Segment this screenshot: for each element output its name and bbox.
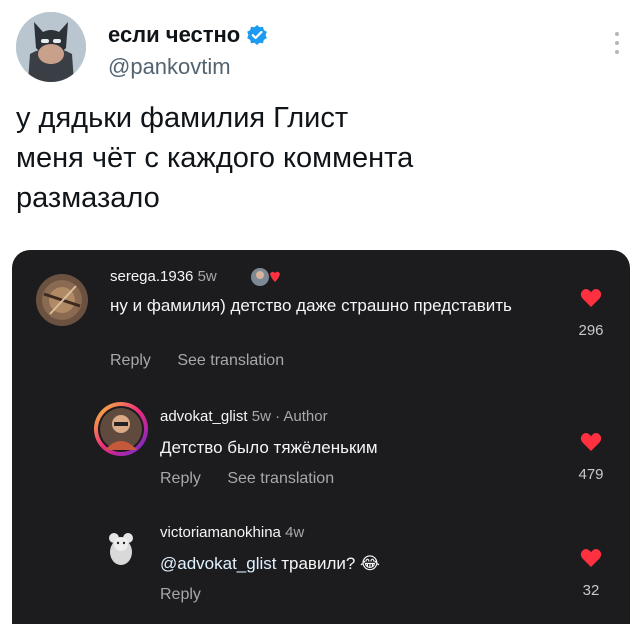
liked-by-author-avatar-icon xyxy=(250,266,280,286)
comment-time: 4w xyxy=(285,524,305,541)
comment-username[interactable]: advokat_glist 5w · Author xyxy=(160,408,328,425)
author-avatar[interactable] xyxy=(16,12,86,82)
see-translation-button[interactable]: See translation xyxy=(227,470,334,487)
more-options-icon[interactable] xyxy=(614,30,620,56)
comment-username[interactable]: serega.1936 5w xyxy=(110,268,217,285)
comment-avatar[interactable] xyxy=(96,522,146,572)
comments-card: serega.1936 5w ну и фамилия) детство даж… xyxy=(12,250,630,624)
comment-username-text[interactable]: advokat_glist xyxy=(160,408,248,425)
comment-username[interactable]: victoriamanokhina 4w xyxy=(160,524,304,541)
comment-time: 5w · Author xyxy=(251,408,328,425)
heart-icon xyxy=(580,289,602,307)
like-button[interactable]: 296 xyxy=(578,288,604,339)
heart-icon xyxy=(580,433,602,451)
like-count: 479 xyxy=(578,466,604,483)
comment-text-rest: травили? 😂 xyxy=(276,554,380,573)
author-handle[interactable]: @pankovtim xyxy=(108,54,231,80)
see-translation-button[interactable]: See translation xyxy=(177,352,284,369)
comment-text: Детство было тяжёленьким xyxy=(160,438,378,457)
comment-time: 5w xyxy=(197,268,217,285)
like-count: 32 xyxy=(582,582,600,599)
comment-avatar[interactable] xyxy=(94,402,148,456)
comment-username-text[interactable]: victoriamanokhina xyxy=(160,524,281,541)
tweet-header: если честно @pankovtim xyxy=(16,10,624,82)
tweet-text: у дядьки фамилия Глист меня чёт с каждог… xyxy=(16,102,414,214)
comment-actions: Reply See translation xyxy=(160,470,356,488)
reply-button[interactable]: Reply xyxy=(160,586,201,603)
mention-link[interactable]: @advokat_glist xyxy=(160,554,277,573)
comment-text: ну и фамилия) детство даже страшно предс… xyxy=(110,296,512,315)
like-button[interactable]: 32 xyxy=(578,548,604,599)
comment-text: @advokat_glist травили? 😂 xyxy=(160,552,540,576)
author-name[interactable]: если честно xyxy=(108,22,268,48)
heart-icon xyxy=(580,549,602,567)
comment-actions: Reply xyxy=(160,586,223,604)
comment-avatar[interactable] xyxy=(36,274,88,326)
author-name-text[interactable]: если честно xyxy=(108,22,240,48)
like-button[interactable]: 479 xyxy=(578,432,604,483)
verified-badge-icon xyxy=(246,24,268,46)
like-count: 296 xyxy=(578,322,604,339)
reply-button[interactable]: Reply xyxy=(160,470,201,487)
reply-button[interactable]: Reply xyxy=(110,352,151,369)
comment-actions: Reply See translation xyxy=(110,352,306,370)
comment-username-text[interactable]: serega.1936 xyxy=(110,268,193,285)
